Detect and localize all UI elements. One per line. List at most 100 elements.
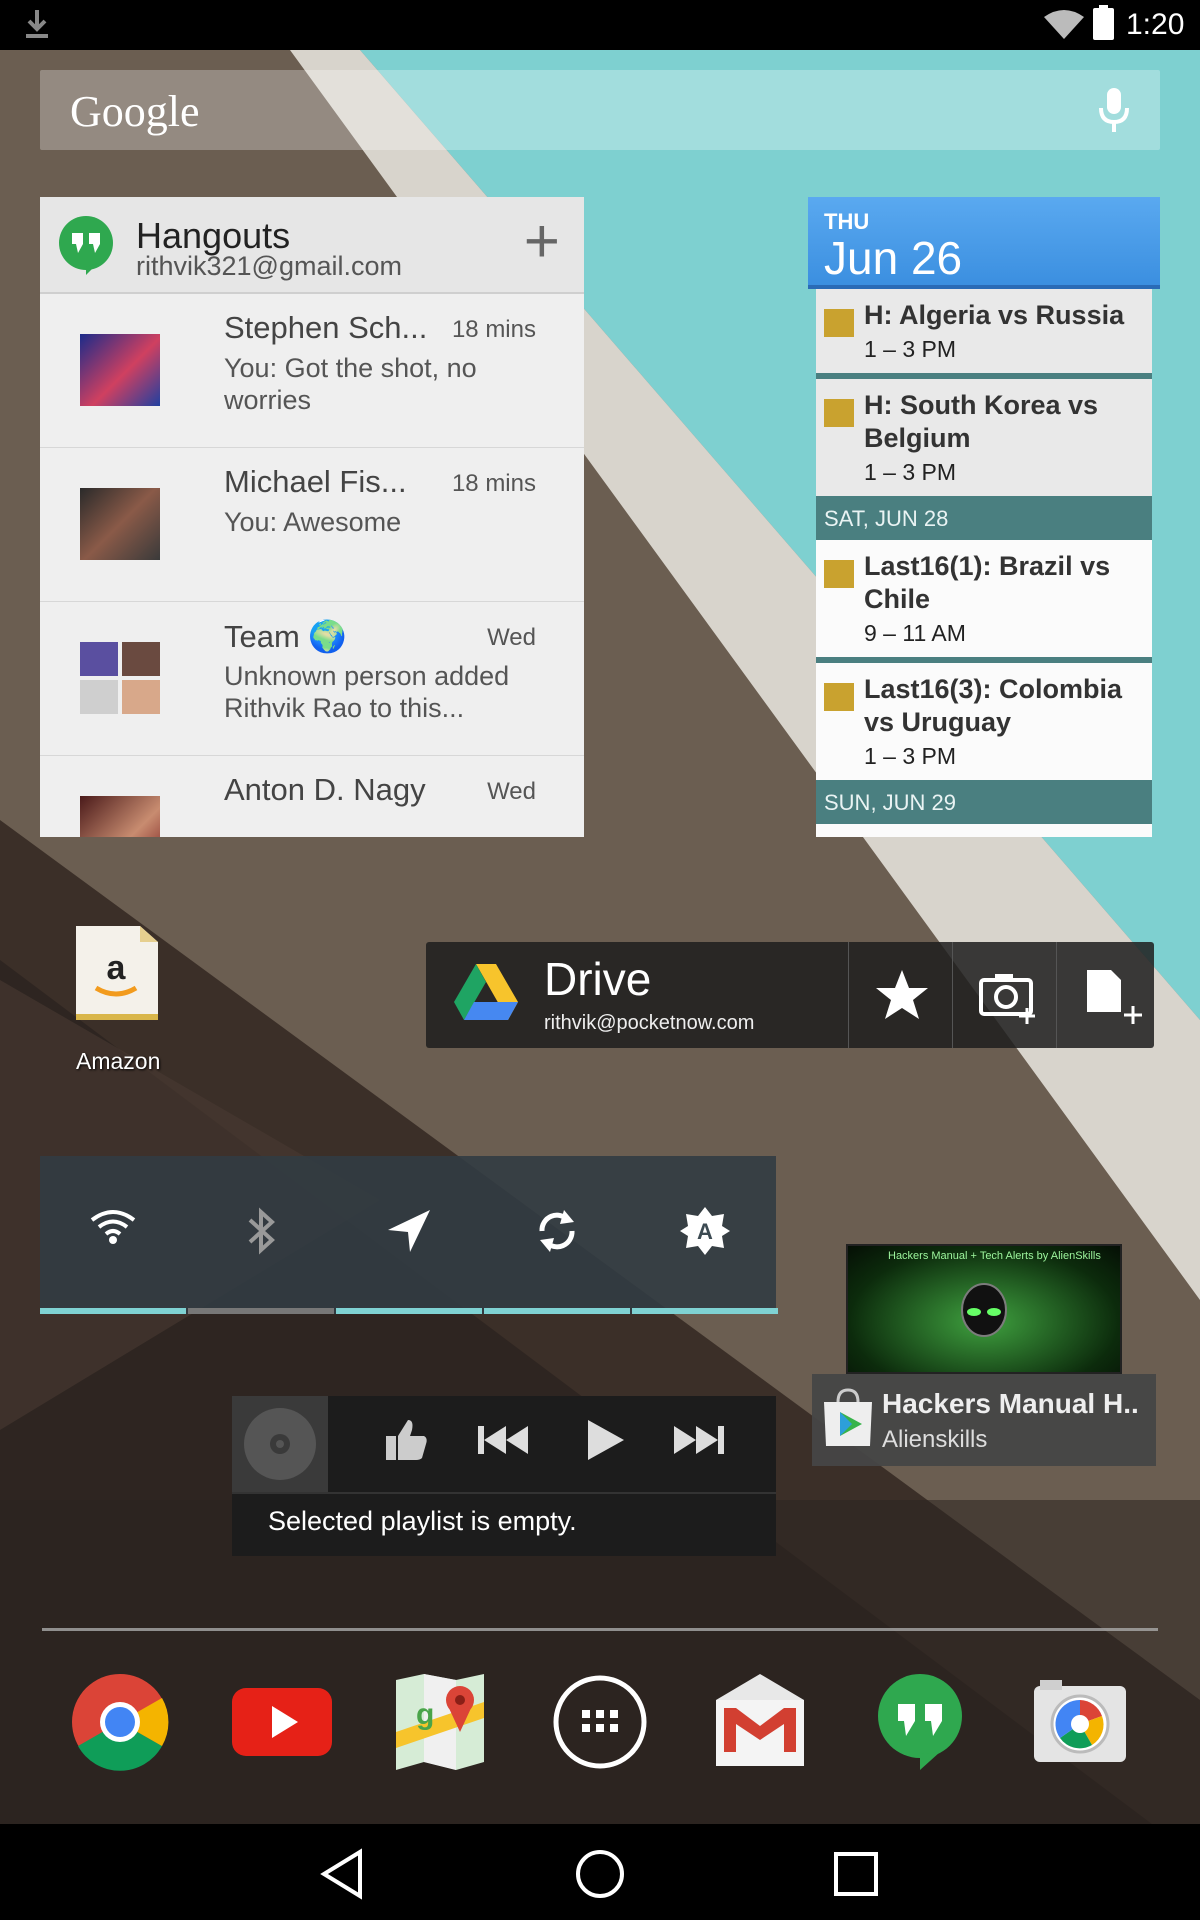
event-color-marker — [824, 560, 854, 588]
amazon-label: Amazon — [76, 1048, 161, 1074]
conversation-time: Wed — [487, 778, 536, 805]
new-conversation-button[interactable]: + — [524, 211, 560, 273]
next-button[interactable] — [672, 1416, 726, 1469]
calendar-event[interactable]: H: Algeria vs Russia 1 – 3 PM — [816, 289, 1152, 379]
calendar-event[interactable]: Last16(1): Brazil vs Chile 9 – 11 AM — [816, 540, 1152, 663]
drive-title: Drive — [544, 953, 652, 1005]
drive-widget: Drive rithvik@pocketnow.com — [426, 942, 1154, 1048]
event-time: 1 – 3 PM — [864, 336, 957, 362]
youtube-icon[interactable] — [230, 1672, 332, 1772]
album-art[interactable] — [232, 1396, 328, 1492]
event-color-marker — [824, 399, 854, 427]
calendar-header[interactable]: THU Jun 26 — [808, 197, 1160, 289]
hangouts-dock-icon[interactable] — [870, 1672, 970, 1772]
music-divider — [232, 1492, 776, 1494]
chrome-icon[interactable] — [70, 1672, 170, 1772]
play-store-widget[interactable]: Hackers Manual + Tech Alerts by AlienSki… — [812, 1244, 1156, 1466]
event-time: 1 – 3 PM — [864, 459, 957, 485]
bluetooth-toggle[interactable] — [188, 1156, 334, 1314]
google-logo: Google — [70, 87, 200, 136]
navigation-bar — [0, 1824, 1200, 1920]
calendar-widget: THU Jun 26 H: Algeria vs Russia 1 – 3 PM… — [808, 197, 1160, 837]
conversation-name: Michael Fis... — [224, 464, 407, 499]
location-toggle[interactable] — [336, 1156, 482, 1314]
status-bar: 1:20 — [0, 0, 1200, 50]
music-widget: Selected playlist is empty. — [232, 1396, 776, 1556]
event-title: H: South Korea vs Belgium — [864, 390, 1099, 453]
svg-text:g: g — [416, 1698, 434, 1731]
drive-new-document-button[interactable] — [1056, 942, 1160, 1048]
conversation-item[interactable]: Team 🌍 Wed Unknown person added Rithvik … — [40, 602, 584, 756]
conversation-message: Unknown person added Rithvik Rao to this… — [224, 661, 510, 723]
auto-brightness-icon: A — [680, 1207, 730, 1255]
previous-button[interactable] — [476, 1416, 530, 1469]
hangouts-account: rithvik321@gmail.com — [136, 251, 402, 281]
conversation-time: Wed — [487, 624, 536, 651]
app-banner-image: Hackers Manual + Tech Alerts by AlienSki… — [846, 1244, 1122, 1374]
next-icon — [674, 1426, 724, 1454]
wifi-toggle[interactable] — [40, 1156, 186, 1314]
conversation-item[interactable]: Anton D. Nagy Wed — [40, 756, 584, 837]
playlist-status: Selected playlist is empty. — [268, 1506, 577, 1536]
calendar-event[interactable]: H: South Korea vs Belgium 1 – 3 PM — [816, 379, 1152, 496]
amazon-shortcut[interactable]: a Amazon — [70, 924, 170, 1074]
amazon-icon: a — [70, 926, 160, 1028]
play-button[interactable] — [582, 1416, 630, 1469]
avatar — [80, 488, 160, 560]
hangouts-widget: Hangouts rithvik321@gmail.com + Stephen … — [40, 197, 584, 837]
svg-text:a: a — [107, 949, 127, 987]
conversation-name: Team 🌍 — [224, 619, 348, 654]
conversation-time: 18 mins — [451, 316, 536, 343]
sync-icon — [539, 1210, 575, 1252]
maps-icon[interactable]: g — [390, 1672, 490, 1772]
calendar-event[interactable]: Last16(2): — [816, 824, 1152, 837]
calendar-event[interactable]: Last16(3): Colombia vs Uruguay 1 – 3 PM — [816, 663, 1152, 780]
alien-icon — [961, 1283, 1007, 1337]
camera-icon[interactable] — [1030, 1672, 1130, 1772]
hangouts-header: Hangouts rithvik321@gmail.com + — [40, 197, 584, 294]
starred-icon — [876, 970, 928, 1019]
banner-text: Hackers Manual + Tech Alerts by AlienSki… — [888, 1250, 1101, 1262]
conversation-message: You: Awesome — [224, 507, 402, 537]
back-icon — [320, 1848, 362, 1900]
back-button[interactable] — [318, 1848, 366, 1905]
gmail-icon[interactable] — [710, 1672, 810, 1772]
hangouts-icon[interactable] — [58, 215, 114, 280]
drive-starred-button[interactable] — [848, 942, 952, 1048]
app-drawer-icon[interactable] — [550, 1672, 650, 1772]
power-control-widget: A — [40, 1156, 778, 1314]
thumbs-up-button[interactable] — [382, 1416, 430, 1469]
wifi-icon — [90, 1210, 136, 1244]
app-developer: Alienskills — [882, 1426, 988, 1453]
svg-text:A: A — [697, 1219, 713, 1244]
brightness-toggle[interactable]: A — [632, 1156, 778, 1314]
conversation-item[interactable]: Michael Fis... 18 mins You: Awesome — [40, 448, 584, 602]
app-title: Hackers Manual H.. — [882, 1388, 1139, 1419]
recents-icon — [834, 1852, 878, 1896]
conversation-item[interactable]: Stephen Sch... 18 mins You: Got the shot… — [40, 294, 584, 448]
wifi-icon — [1044, 9, 1084, 44]
battery-icon — [1093, 5, 1114, 40]
avatar — [80, 334, 160, 406]
dock-divider — [42, 1628, 1158, 1631]
event-title: Last16(1): Brazil vs Chile — [864, 551, 1111, 614]
home-button[interactable] — [574, 1848, 626, 1905]
conversation-message: You: Got the shot, no worries — [224, 353, 477, 415]
sync-toggle[interactable] — [484, 1156, 630, 1314]
wifi-toggle-indicator — [40, 1308, 186, 1314]
google-search-bar[interactable]: Google — [40, 70, 1160, 150]
new-document-icon — [1087, 970, 1142, 1024]
drive-icon[interactable] — [454, 964, 518, 1025]
conversation-name: Stephen Sch... — [224, 310, 428, 345]
calendar-event-list: H: Algeria vs Russia 1 – 3 PM H: South K… — [816, 289, 1152, 837]
bluetooth-toggle-indicator — [188, 1308, 334, 1314]
mic-icon[interactable] — [1098, 88, 1130, 139]
play-store-icon — [820, 1386, 876, 1453]
download-icon — [24, 8, 50, 45]
status-clock: 1:20 — [1126, 8, 1185, 41]
drive-account: rithvik@pocketnow.com — [544, 1012, 755, 1034]
recents-button[interactable] — [832, 1848, 880, 1905]
drive-upload-button[interactable] — [952, 942, 1056, 1048]
previous-icon — [478, 1426, 528, 1454]
event-color-marker — [824, 683, 854, 711]
